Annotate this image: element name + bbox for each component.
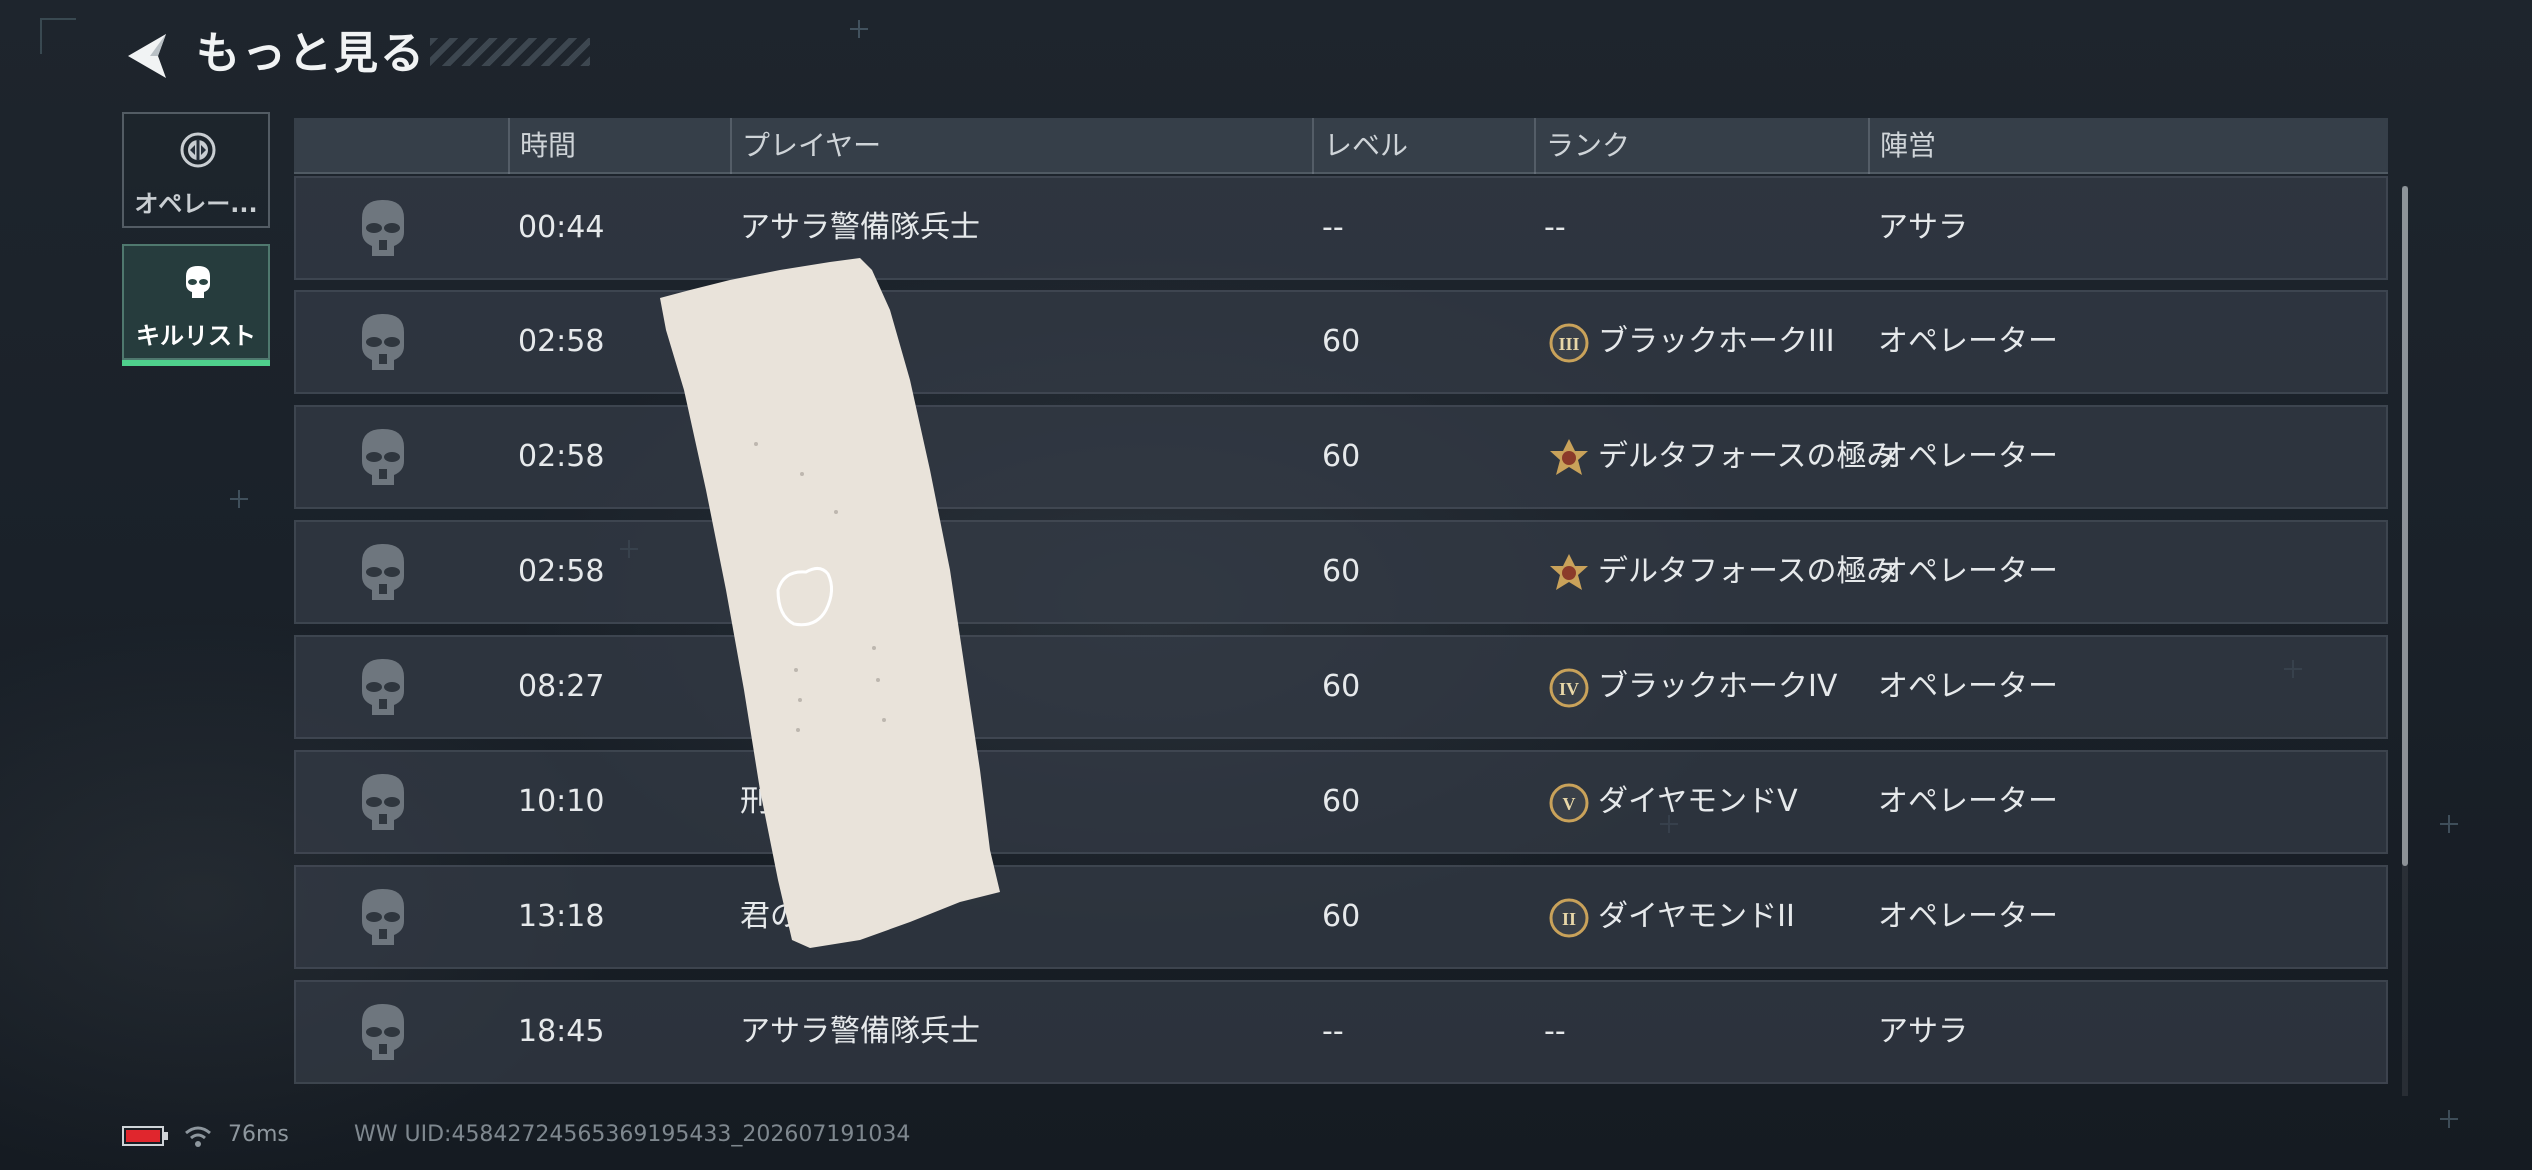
- column-header-player: プレイヤー: [730, 118, 1312, 174]
- player-rank: デルタフォースの極み: [1598, 439, 1896, 474]
- player-rank: --: [1544, 1014, 1566, 1049]
- tab-kill-list[interactable]: キルリスト: [122, 244, 270, 366]
- paper-tape-overlay: [660, 258, 1000, 948]
- column-header-rank: ランク: [1534, 118, 1868, 174]
- skull-mask-icon: [362, 200, 404, 256]
- player-level: 60: [1322, 439, 1361, 474]
- player-level: 60: [1322, 669, 1361, 704]
- player-faction: アサラ: [1878, 210, 1968, 245]
- player-faction: オペレーター: [1878, 669, 2058, 704]
- skull-mask-icon: [362, 774, 404, 830]
- player-rank: ブラックホークIV: [1598, 669, 1838, 704]
- column-header-time: 時間: [508, 118, 730, 174]
- player-faction: オペレーター: [1878, 324, 2058, 359]
- page-title: もっと見る: [196, 28, 426, 79]
- skull-mask-icon: [362, 429, 404, 485]
- player-faction: オペレーター: [1878, 784, 2058, 819]
- battery-icon: [122, 1126, 168, 1146]
- scrollbar-thumb[interactable]: [2402, 186, 2408, 866]
- back-button[interactable]: [120, 28, 176, 84]
- ping-value: 76ms: [228, 1122, 289, 1147]
- svg-text:IV: IV: [1559, 679, 1579, 699]
- crosshair-decoration: [230, 490, 248, 508]
- player-rank: --: [1544, 210, 1566, 245]
- skull-mask-icon: [362, 544, 404, 600]
- tab-kill-list-label: キルリスト: [136, 322, 256, 350]
- svg-text:III: III: [1558, 334, 1579, 354]
- kill-time: 18:45: [518, 1014, 605, 1049]
- tab-operators-label: オペレー...: [134, 190, 258, 218]
- column-header-level: レベル: [1312, 118, 1534, 174]
- svg-text:V: V: [1563, 794, 1576, 814]
- corner-frame-decoration: [40, 18, 76, 54]
- rank-badge-icon: [1550, 554, 1588, 590]
- skull-mask-icon: [362, 659, 404, 715]
- tab-operators[interactable]: オペレー...: [122, 112, 270, 228]
- table-row[interactable]: 18:45 アサラ警備隊兵士 -- -- アサラ: [294, 980, 2388, 1084]
- table-header: 時間 プレイヤー レベル ランク 陣営: [294, 118, 2388, 174]
- back-arrow-icon: [128, 34, 166, 78]
- table-row[interactable]: 13:18 君の 60 II ダイヤモンドII オペレーター: [294, 865, 2388, 969]
- player-level: 60: [1322, 324, 1361, 359]
- column-header-faction: 陣営: [1868, 118, 2388, 174]
- rank-badge-icon: V: [1549, 783, 1589, 823]
- player-name: アサラ警備隊兵士: [740, 1014, 980, 1049]
- player-level: 60: [1322, 554, 1361, 589]
- skull-mask-icon: [362, 1004, 404, 1060]
- title-stripes-decoration: [430, 38, 590, 66]
- player-faction: アサラ: [1878, 1014, 1968, 1049]
- skull-mask-icon: [362, 889, 404, 945]
- rank-badge-icon: IV: [1549, 668, 1589, 708]
- column-header-icon: [294, 118, 508, 174]
- player-level: 60: [1322, 899, 1361, 934]
- table-row[interactable]: 08:27 60 IV ブラックホークIV オペレーター: [294, 635, 2388, 739]
- user-uid: WW UID:45842724565369195433_202607191034: [354, 1122, 911, 1147]
- rank-badge-icon: III: [1549, 323, 1589, 363]
- player-rank: ブラックホークIII: [1598, 324, 1835, 359]
- skull-mask-icon: [362, 314, 404, 370]
- player-faction: オペレーター: [1878, 899, 2058, 934]
- player-level: --: [1322, 1014, 1344, 1049]
- player-faction: オペレーター: [1878, 439, 2058, 474]
- player-level: 60: [1322, 784, 1361, 819]
- player-rank: デルタフォースの極み: [1598, 554, 1896, 589]
- table-row[interactable]: 02:58 60 デルタフォースの極み オペレーター: [294, 520, 2388, 624]
- table-row[interactable]: 02:58 60 デルタフォースの極み オペレーター: [294, 405, 2388, 509]
- operator-icon: [180, 132, 216, 168]
- player-level: --: [1322, 210, 1344, 245]
- rank-badge-icon: II: [1549, 898, 1589, 938]
- svg-text:II: II: [1562, 909, 1576, 929]
- rank-badge-icon: [1550, 439, 1588, 475]
- crosshair-decoration: [2440, 1110, 2458, 1128]
- player-rank: ダイヤモンドV: [1598, 784, 1798, 819]
- crosshair-decoration: [850, 20, 868, 38]
- skull-mask-icon: [186, 266, 210, 298]
- player-rank: ダイヤモンドII: [1598, 899, 1795, 934]
- table-row[interactable]: 00:44 アサラ警備隊兵士 -- -- アサラ: [294, 176, 2388, 280]
- table-row[interactable]: 02:58£®60IIIブラックホークIIIオペレーター: [294, 290, 2388, 394]
- table-row[interactable]: 10:10 刑 60 V ダイヤモンドV オペレーター: [294, 750, 2388, 854]
- wifi-icon: [185, 1126, 211, 1147]
- player-faction: オペレーター: [1878, 554, 2058, 589]
- crosshair-decoration: [2440, 815, 2458, 833]
